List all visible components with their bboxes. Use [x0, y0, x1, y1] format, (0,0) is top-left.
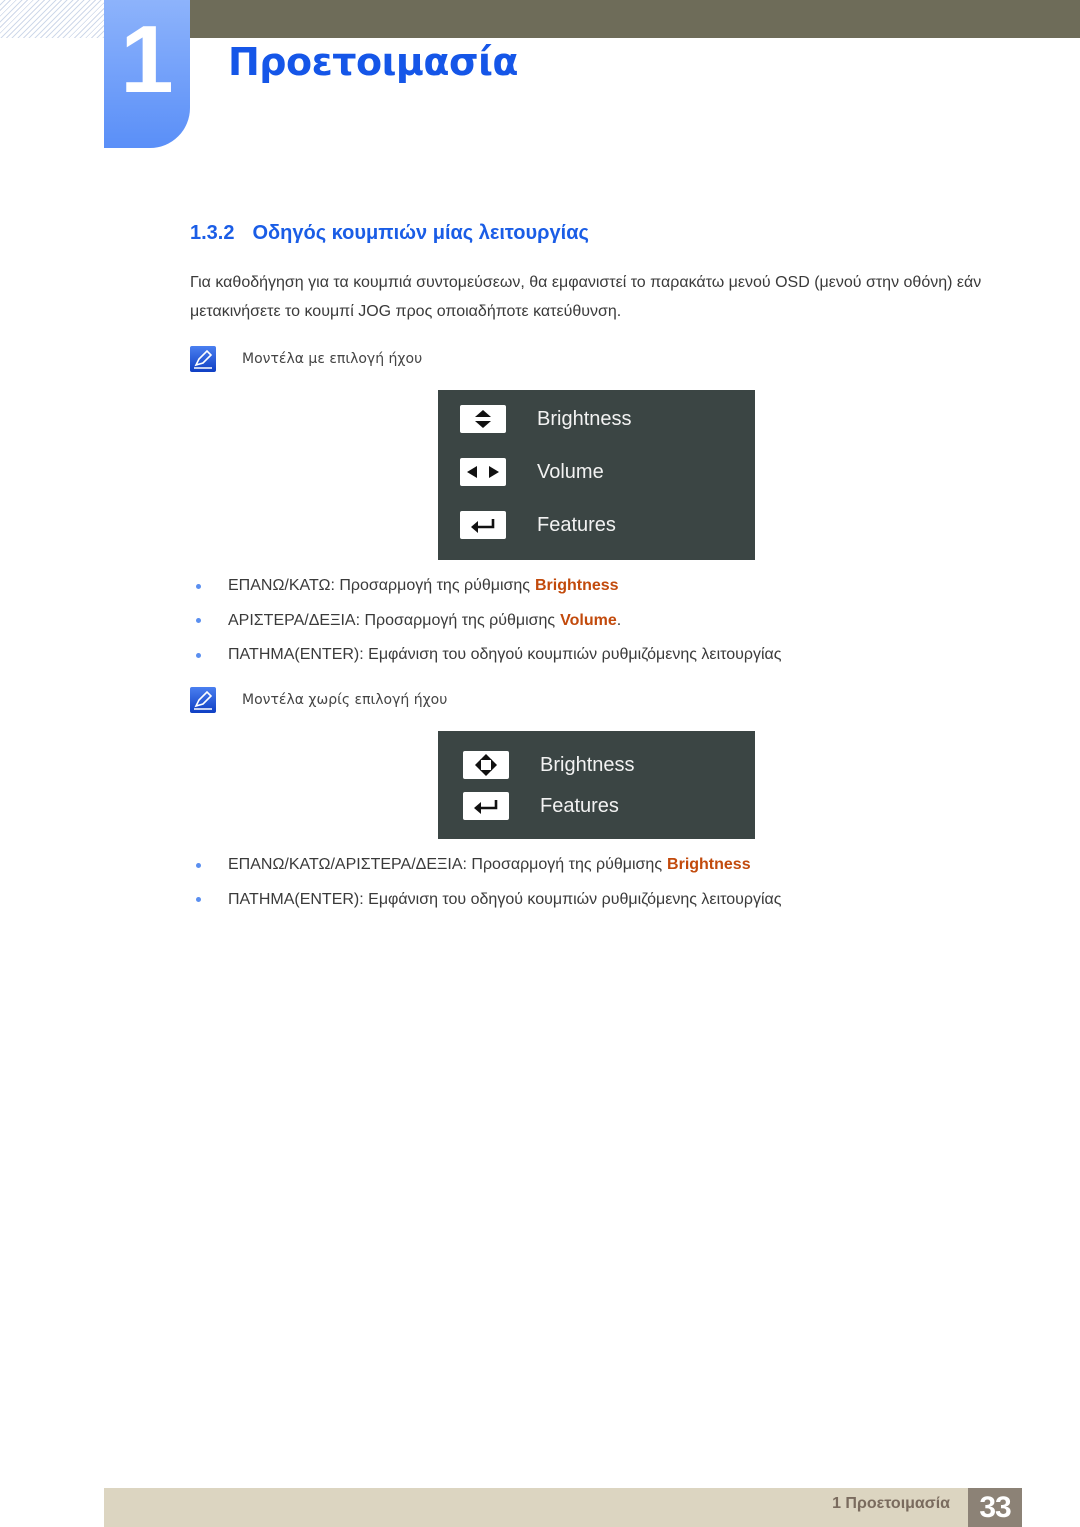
highlight-term: Volume: [560, 611, 617, 629]
enter-icon: [463, 792, 509, 820]
section-title: Οδηγός κουμπιών μίας λειτουργίας: [252, 222, 589, 244]
list-item: ΠΑΤΗΜΑ(ENTER): Εμφάνιση του οδηγού κουμπ…: [190, 638, 781, 673]
note-pencil-icon: [190, 687, 216, 713]
decorative-hatch: [0, 0, 104, 38]
osd-row-brightness: Brightness: [460, 405, 632, 433]
bullet-dot: [196, 897, 201, 903]
list-item: ΑΡΙΣΤΕΡΑ/ΔΕΞΙΑ: Προσαρμογή της ρύθμισης V…: [190, 604, 781, 639]
section-heading: 1.3.2 Οδηγός κουμπιών μίας λειτουργίας: [190, 222, 589, 245]
osd-row-volume: Volume: [460, 458, 604, 486]
list-item: ΕΠΑΝΩ/ΚΑΤΩ: Προσαρμογή της ρύθμισης Brigh…: [190, 569, 781, 604]
intro-paragraph: Για καθοδήγηση για τα κουμπιά συντομεύσε…: [190, 274, 982, 320]
bullet-list-no-sound: ΕΠΑΝΩ/ΚΑΤΩ/ΑΡΙΣΤΕΡΑ/ΔΕΞΙΑ: Προσαρμογή τη…: [190, 848, 781, 917]
osd-label: Volume: [537, 460, 604, 483]
four-way-arrows-icon: [463, 751, 509, 779]
highlight-term: Brightness: [534, 577, 619, 595]
osd-row-brightness: Brightness: [463, 751, 635, 779]
bullet-dot: [196, 583, 201, 589]
bullet-dot: [196, 862, 201, 868]
left-right-arrows-icon: [460, 458, 506, 486]
page-number: 33: [968, 1488, 1022, 1527]
footer-chapter-label: 1 Προετοιμασία: [832, 1495, 950, 1512]
chapter-title: Προετοιμασία: [228, 40, 519, 84]
section-number: 1.3.2: [190, 222, 235, 244]
list-item: ΠΑΤΗΜΑ(ENTER): Εμφάνιση του οδηγού κουμπ…: [190, 883, 781, 918]
osd-label: Brightness: [537, 407, 632, 430]
chapter-number-tab: 1: [104, 0, 190, 148]
osd-menu-no-sound: Brightness Features: [438, 731, 755, 839]
enter-icon: [460, 511, 506, 539]
up-down-arrows-icon: [460, 405, 506, 433]
highlight-term: Brightness: [667, 856, 751, 874]
bullet-dot: [196, 652, 201, 658]
header-bar: [190, 0, 1080, 38]
bullet-list-sound: ΕΠΑΝΩ/ΚΑΤΩ: Προσαρμογή της ρύθμισης Brigh…: [190, 569, 781, 673]
bullet-dot: [196, 618, 201, 624]
note-pencil-icon: [190, 346, 216, 372]
osd-label: Features: [537, 513, 616, 536]
osd-row-features: Features: [460, 511, 616, 539]
osd-menu-sound: Brightness Volume Features: [438, 390, 755, 560]
list-item: ΕΠΑΝΩ/ΚΑΤΩ/ΑΡΙΣΤΕΡΑ/ΔΕΞΙΑ: Προσαρμογή τη…: [190, 848, 781, 883]
note-text: Μοντέλα με επιλογή ήχου: [242, 351, 423, 367]
osd-label: Brightness: [540, 753, 635, 776]
osd-label: Features: [540, 794, 619, 817]
note-sound-models: Μοντέλα με επιλογή ήχου: [190, 346, 422, 372]
note-no-sound-models: Μοντέλα χωρίς επιλογή ήχου: [190, 687, 447, 713]
note-text: Μοντέλα χωρίς επιλογή ήχου: [242, 692, 448, 708]
osd-row-features: Features: [463, 792, 619, 820]
chapter-number: 1: [120, 6, 174, 113]
